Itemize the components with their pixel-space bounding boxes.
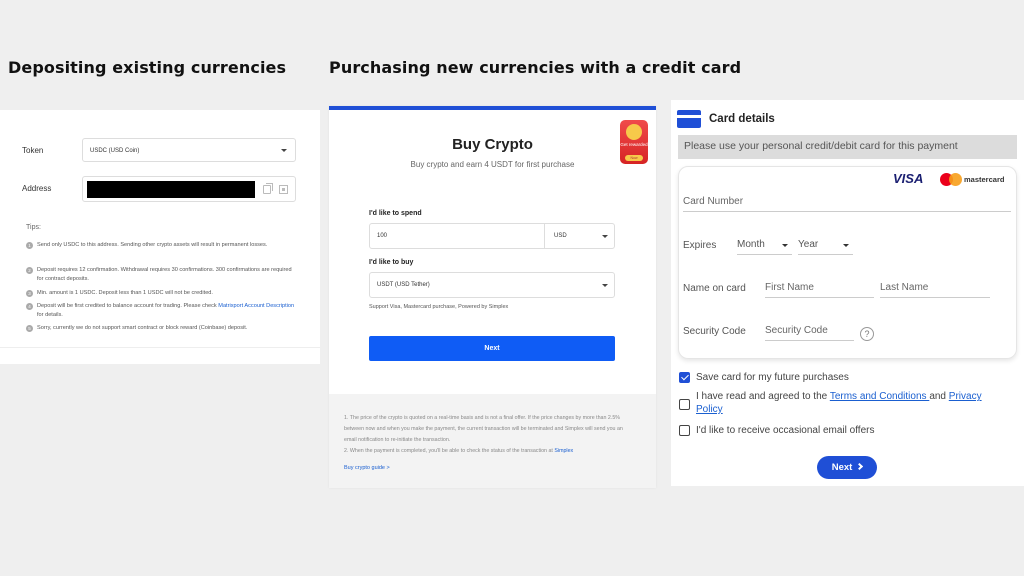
promo-text: Get rewarded	[620, 142, 648, 147]
buy-currency-select[interactable]: USDT (USD Tether)	[369, 272, 615, 298]
tip-item: 1 Send only USDC to this address. Sendin…	[26, 241, 298, 250]
support-text: Support Visa, Mastercard purchase, Power…	[369, 304, 509, 310]
spend-currency-value: USD	[554, 233, 567, 239]
tip-text: Sorry, currently we do not support smart…	[37, 325, 248, 331]
tips-label: Tips:	[26, 224, 41, 231]
save-card-label: Save card for my future purchases	[696, 372, 849, 383]
chevron-down-icon	[602, 235, 608, 238]
deposit-panel: Token USDC (USD Coin) Address Tips: 1 Se…	[0, 110, 320, 364]
tip-item: 5 Sorry, currently we do not support sma…	[26, 324, 298, 333]
spend-label: I'd like to spend	[369, 210, 422, 217]
card-next-button[interactable]: Next	[817, 456, 877, 479]
tip-number: 1	[26, 242, 33, 249]
tip-text: Deposit will be first credited to balanc…	[37, 302, 298, 320]
copy-icon[interactable]	[263, 183, 273, 194]
last-name-input[interactable]: Last Name	[880, 282, 990, 298]
terms-prefix: I have read and agreed to the	[696, 391, 830, 402]
tip-text: Deposit requires 12 confirmation. Withdr…	[37, 267, 292, 282]
tip-item: 3 Min. amount is 1 USDC. Deposit less th…	[26, 289, 298, 298]
email-offers-label: I'd like to receive occasional email off…	[696, 425, 875, 436]
card-next-label: Next	[831, 462, 853, 473]
terms-checkbox[interactable]	[679, 399, 690, 410]
help-icon[interactable]: ?	[860, 327, 874, 341]
token-select[interactable]: USDC (USD Coin)	[82, 138, 296, 162]
terms-link[interactable]: Terms and Conditions	[830, 391, 930, 402]
security-code-input[interactable]: Security Code	[765, 325, 854, 341]
tip-text-prefix: Deposit will be first credited to balanc…	[37, 303, 219, 309]
matrixport-account-link[interactable]: Matrixport Account Description	[218, 303, 294, 309]
chevron-down-icon	[281, 149, 287, 152]
expiry-year-select[interactable]: Year	[798, 239, 853, 255]
chevron-down-icon	[782, 244, 788, 247]
save-card-checkbox[interactable]	[679, 372, 690, 383]
chevron-down-icon	[843, 244, 849, 247]
tip-number: 4	[26, 303, 33, 310]
address-label: Address	[22, 184, 52, 193]
buy-currency-value: USDT (USD Tether)	[377, 282, 430, 288]
note-2: 2. When the payment is completed, you'll…	[344, 448, 555, 454]
tip-number: 2	[26, 267, 33, 274]
spend-input[interactable]: 100 USD	[369, 223, 615, 249]
card-details-panel: Card details Please use your personal cr…	[671, 100, 1024, 486]
qr-code-icon[interactable]	[279, 185, 288, 194]
mastercard-icon	[940, 173, 962, 186]
card-notice-banner: Please use your personal credit/debit ca…	[678, 135, 1017, 159]
expires-label: Expires	[683, 240, 717, 251]
note-1: 1. The price of the crypto is quoted on …	[344, 415, 623, 443]
tip-item: 2 Deposit requires 12 confirmation. With…	[26, 266, 298, 284]
terms-label: I have read and agreed to the Terms and …	[696, 390, 1006, 416]
simplex-link[interactable]: Simplex	[554, 448, 573, 454]
buy-label: I'd like to buy	[369, 259, 414, 266]
tip-number: 3	[26, 290, 33, 297]
spend-amount: 100	[377, 233, 388, 239]
promo-button[interactable]: Now	[625, 155, 643, 161]
tip-number: 5	[26, 325, 33, 332]
card-details-title: Card details	[709, 113, 775, 125]
expiry-month-select[interactable]: Month	[737, 239, 792, 255]
buy-crypto-guide-link[interactable]: Buy crypto guide >	[344, 465, 390, 471]
email-offers-checkbox[interactable]	[679, 425, 690, 436]
name-on-card-label: Name on card	[683, 283, 746, 294]
chevron-right-icon	[856, 462, 864, 471]
buy-crypto-panel: Buy Crypto Buy crypto and earn 4 USDT fo…	[329, 106, 656, 488]
expiry-month-value: Month	[737, 239, 765, 250]
token-select-value: USDC (USD Coin)	[90, 148, 140, 154]
address-field	[82, 176, 296, 202]
divider	[0, 347, 320, 348]
heading-deposit: Depositing existing currencies	[8, 58, 287, 77]
promo-gift-badge[interactable]: Get rewarded Now	[620, 120, 648, 164]
card-form: VISA mastercard Card Number Expires Mont…	[678, 166, 1017, 359]
buy-crypto-title: Buy Crypto	[452, 136, 533, 153]
buy-crypto-subtitle: Buy crypto and earn 4 USDT for first pur…	[410, 160, 575, 169]
chevron-down-icon	[602, 284, 608, 287]
expiry-year-value: Year	[798, 239, 819, 250]
heading-purchase: Purchasing new currencies with a credit …	[329, 58, 742, 77]
credit-card-icon	[677, 110, 701, 128]
tip-text: Min. amount is 1 USDC. Deposit less than…	[37, 290, 213, 296]
mastercard-logo-text: mastercard	[964, 175, 1005, 184]
address-redaction	[87, 181, 255, 198]
tip-item: 4 Deposit will be first credited to bala…	[26, 302, 298, 320]
terms-and: and	[929, 391, 949, 402]
spend-currency-select[interactable]: USD	[544, 224, 615, 248]
security-code-label: Security Code	[683, 326, 746, 337]
visa-logo: VISA	[893, 171, 924, 186]
next-button[interactable]: Next	[369, 336, 615, 361]
first-name-input[interactable]: First Name	[765, 282, 874, 298]
token-label: Token	[22, 146, 44, 155]
purchase-notes: 1. The price of the crypto is quoted on …	[344, 413, 626, 457]
tip-text-suffix: for details.	[37, 312, 63, 318]
card-number-input[interactable]: Card Number	[683, 196, 1011, 212]
tip-text: Send only USDC to this address. Sending …	[37, 242, 268, 248]
